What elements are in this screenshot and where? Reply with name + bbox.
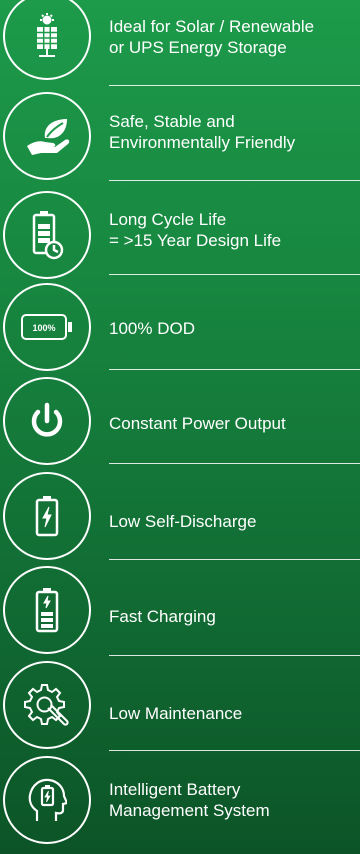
feature-item: Low Self-Discharge	[0, 471, 360, 565]
feature-label: Low Self-Discharge	[109, 512, 257, 531]
feature-label: Safe, Stable and Environmentally Friendl…	[109, 112, 296, 152]
battery-percent-text: 100%	[32, 323, 55, 333]
feature-label: Low Maintenance	[109, 704, 243, 723]
feature-item: 100% 100% DOD	[0, 282, 360, 376]
leaf-in-hand-icon	[3, 92, 91, 180]
battery-bolt-icon	[3, 472, 91, 560]
divider	[109, 463, 360, 464]
divider	[109, 274, 360, 275]
divider	[109, 559, 360, 560]
feature-item: Constant Power Output	[0, 376, 360, 470]
solar-panel-icon	[3, 0, 91, 80]
power-icon	[3, 377, 91, 465]
feature-label: Long Cycle Life = >15 Year Design Life	[109, 210, 282, 250]
feature-label: Fast Charging	[109, 607, 216, 626]
feature-label: 100% DOD	[109, 319, 195, 338]
gear-wrench-icon	[3, 661, 91, 749]
feature-label: Ideal for Solar / Renewable or UPS Energ…	[109, 17, 315, 57]
divider	[109, 85, 360, 86]
feature-item: Ideal for Solar / Renewable or UPS Energ…	[0, 0, 360, 94]
battery-100-percent-icon: 100%	[3, 283, 91, 371]
feature-label: Intelligent Battery Management System	[109, 780, 270, 820]
feature-label: Constant Power Output	[109, 414, 286, 433]
feature-item: Long Cycle Life = >15 Year Design Life	[0, 188, 360, 282]
feature-item: Low Maintenance	[0, 660, 360, 754]
divider	[109, 369, 360, 370]
divider	[109, 180, 360, 181]
feature-item: Safe, Stable and Environmentally Friendl…	[0, 92, 360, 188]
divider	[109, 750, 360, 751]
feature-item: Fast Charging	[0, 565, 360, 659]
feature-item: Intelligent Battery Management System	[0, 755, 360, 849]
battery-clock-icon	[3, 191, 91, 279]
divider	[109, 655, 360, 656]
head-battery-icon	[3, 756, 91, 844]
fast-charging-battery-icon	[3, 566, 91, 654]
